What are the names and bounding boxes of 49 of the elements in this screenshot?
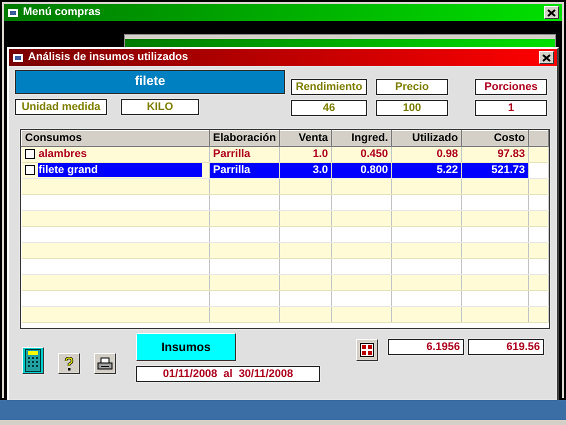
total-field: 619.56	[468, 339, 544, 355]
grid-icon	[360, 343, 374, 357]
table-cell: filete grand	[38, 163, 202, 178]
print-button[interactable]	[94, 353, 116, 374]
table-cell: 0.98	[392, 146, 462, 162]
close-icon	[547, 8, 556, 16]
close-button[interactable]	[544, 6, 559, 19]
item-name-field: filete	[15, 70, 285, 94]
unit-field: KILO	[121, 99, 199, 115]
column-header[interactable]: Utilizado	[392, 130, 462, 146]
table-cell: 0.800	[332, 162, 392, 178]
table-cell-text: alambres	[38, 147, 88, 162]
calculator-button[interactable]	[22, 347, 44, 374]
close-icon	[542, 54, 551, 62]
stat-label: Rendimiento	[291, 79, 367, 95]
table-cell: 1.0	[280, 146, 332, 162]
printer-icon	[97, 357, 113, 370]
help-button[interactable]	[58, 353, 80, 374]
table-cell: Parrilla	[210, 162, 280, 178]
stat-label: Porciones	[475, 79, 547, 95]
total-field: 6.1956	[388, 339, 464, 355]
column-header[interactable]: Ingred.	[332, 130, 392, 146]
table-cell: 97.83	[462, 146, 528, 162]
column-header[interactable]: Elaboración	[210, 130, 280, 146]
table-cell: 0.450	[332, 146, 392, 162]
table-cell: Parrilla	[210, 146, 280, 162]
table-cell: 3.0	[280, 162, 332, 178]
grid-button[interactable]	[356, 339, 378, 361]
table-cell: 521.73	[462, 162, 528, 178]
window-icon	[12, 52, 24, 62]
column-header[interactable]: Venta	[280, 130, 332, 146]
stat-value-field: 100	[376, 100, 448, 116]
insumos-button[interactable]: Insumos	[136, 333, 236, 361]
date-range-field: 01/11/2008 al 30/11/2008	[136, 366, 320, 382]
stat-value-field: 46	[291, 100, 367, 116]
question-icon	[64, 356, 74, 370]
column-header[interactable]: Consumos	[22, 130, 210, 146]
column-header[interactable]: Costo	[462, 130, 528, 146]
window-title: Menú compras	[23, 5, 101, 20]
stat-value-field: 1	[475, 100, 547, 116]
window-icon	[7, 8, 19, 18]
row-checkbox[interactable]	[24, 149, 34, 160]
stat-label: Precio	[376, 79, 448, 95]
table-cell: 5.22	[392, 162, 462, 178]
calculator-icon	[25, 349, 41, 372]
dialog-title: Análisis de insumos utilizados	[28, 50, 188, 66]
row-checkbox[interactable]	[24, 165, 34, 176]
close-button[interactable]	[539, 51, 554, 64]
unit-label: Unidad medida	[15, 99, 107, 115]
